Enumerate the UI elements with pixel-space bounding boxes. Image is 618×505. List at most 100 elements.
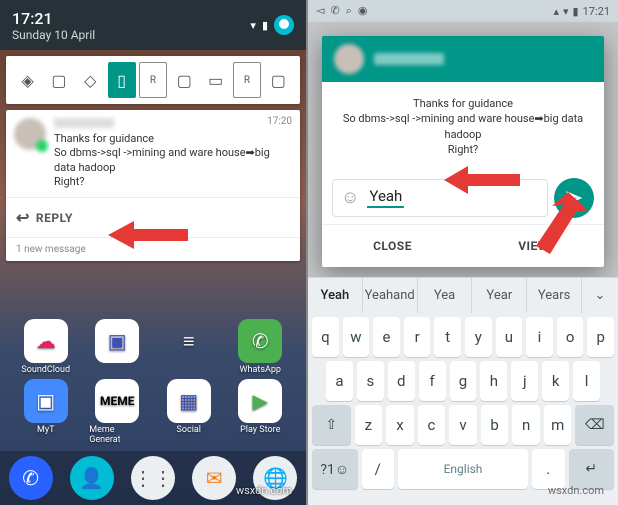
close-button[interactable]: CLOSE xyxy=(322,225,463,267)
battery-icon: ▮ xyxy=(573,5,579,18)
key-k[interactable]: k xyxy=(542,361,569,401)
key-d[interactable]: d xyxy=(388,361,415,401)
dialog-avatar xyxy=(334,44,364,74)
suggestion[interactable]: Year xyxy=(472,278,527,313)
key-enter[interactable]: ↵ xyxy=(569,449,615,489)
notif-line: Thanks for guidance xyxy=(54,132,292,146)
key-f[interactable]: f xyxy=(419,361,446,401)
wifi-icon: ▾ xyxy=(563,5,569,18)
r-box-2-icon[interactable]: R xyxy=(233,62,261,98)
key-s[interactable]: s xyxy=(357,361,384,401)
dock-contacts[interactable]: 👤 xyxy=(70,456,114,500)
key-backspace[interactable]: ⌫ xyxy=(575,405,614,445)
key-x[interactable]: x xyxy=(386,405,414,445)
app-row-2: ▣MyT MEMEMeme Generat ▦Social ▶Play Stor… xyxy=(0,379,306,445)
msg-line: So dbms->sql ->mining and ware house➡big… xyxy=(340,111,586,142)
suggestion[interactable]: Yeahand xyxy=(363,278,418,313)
app-memegen[interactable]: MEMEMeme Generat xyxy=(89,379,145,445)
auto-rotate-icon[interactable]: ◈ xyxy=(14,62,42,98)
status-bar-right: ◅ ✆ ⌕ ◉ ▴ ▾ ▮ 17:21 xyxy=(308,0,618,22)
sender-avatar xyxy=(14,118,46,150)
key-g[interactable]: g xyxy=(450,361,477,401)
suggestion[interactable]: Years xyxy=(527,278,582,313)
dock-messages[interactable]: ✉ xyxy=(192,456,236,500)
key-r[interactable]: r xyxy=(404,317,431,357)
key-t[interactable]: t xyxy=(434,317,461,357)
battery-icon: ▮ xyxy=(262,19,268,32)
quick-settings-bar: ◈ ▢ ◇ ▯ R ▢ ▭ R ▢ xyxy=(6,56,300,104)
key-n[interactable]: n xyxy=(512,405,540,445)
key-u[interactable]: u xyxy=(496,317,523,357)
profile-avatar[interactable] xyxy=(274,15,294,35)
back-triangle-icon: ◅ xyxy=(316,4,324,18)
rotate-icon[interactable]: ◇ xyxy=(76,62,104,98)
key-w[interactable]: w xyxy=(343,317,370,357)
key-symbols[interactable]: ?1☺ xyxy=(312,449,358,489)
landscape-icon[interactable]: ▭ xyxy=(202,62,230,98)
key-row-3: ⇧ z x c v b n m ⌫ xyxy=(312,405,614,445)
key-y[interactable]: y xyxy=(465,317,492,357)
app-soundcloud[interactable]: ☁SoundCloud xyxy=(18,319,74,375)
status-time: 17:21 xyxy=(12,9,95,28)
app-social[interactable]: ▦Social xyxy=(161,379,217,445)
status-bar-left: 17:21 Sunday 10 April ▾ ▮ xyxy=(0,0,306,50)
reply-icon: ↩ xyxy=(16,208,30,227)
key-l[interactable]: l xyxy=(573,361,600,401)
emoji-icon[interactable]: ☺ xyxy=(341,187,359,208)
dock-apps[interactable]: ⋮⋮ xyxy=(131,456,175,500)
key-period[interactable]: . xyxy=(532,449,565,489)
shield-icon[interactable]: ▢ xyxy=(45,62,73,98)
reply-label: REPLY xyxy=(36,211,73,225)
search-status-icon: ⌕ xyxy=(346,4,352,18)
left-phone: 17:21 Sunday 10 April ▾ ▮ ◈ ▢ ◇ ▯ R ▢ ▭ … xyxy=(0,0,306,505)
app-myt[interactable]: ▣MyT xyxy=(18,379,74,445)
key-j[interactable]: j xyxy=(511,361,538,401)
key-space[interactable]: English xyxy=(398,449,528,489)
annotation-arrow-reply xyxy=(108,217,188,253)
sender-name-blurred xyxy=(54,118,114,128)
key-a[interactable]: a xyxy=(326,361,353,401)
key-e[interactable]: e xyxy=(373,317,400,357)
app-whatsapp[interactable]: ✆WhatsApp xyxy=(232,319,288,375)
key-o[interactable]: o xyxy=(557,317,584,357)
key-row-1: q w e r t y u i o p xyxy=(312,317,614,357)
annotation-arrow-send xyxy=(518,192,588,262)
soft-keyboard: q w e r t y u i o p a s d f g h j k l ⇧ … xyxy=(308,313,618,505)
app-unknown-1[interactable]: ▣ xyxy=(89,319,145,375)
key-c[interactable]: c xyxy=(418,405,446,445)
dock-phone[interactable]: ✆ xyxy=(9,456,53,500)
status-time-right: 17:21 xyxy=(583,5,610,18)
vibrate-icon[interactable]: ▢ xyxy=(170,62,198,98)
key-row-4: ?1☺ / English . ↵ xyxy=(312,449,614,489)
key-slash[interactable]: / xyxy=(362,449,395,489)
phone-portrait-icon[interactable]: ▯ xyxy=(108,62,136,98)
typed-text: Yeah xyxy=(367,187,404,208)
dialog-header xyxy=(322,36,604,82)
app-playstore[interactable]: ▶Play Store xyxy=(232,379,288,445)
key-shift[interactable]: ⇧ xyxy=(312,405,351,445)
status-date: Sunday 10 April xyxy=(12,28,95,42)
key-h[interactable]: h xyxy=(480,361,507,401)
suggestion[interactable]: Yeah xyxy=(308,278,363,313)
notification-text: Thanks for guidance So dbms->sql ->minin… xyxy=(54,132,292,189)
app-unknown-2[interactable]: ≡ xyxy=(161,319,217,375)
watermark: wsxdn.com xyxy=(548,484,604,497)
key-b[interactable]: b xyxy=(481,405,509,445)
key-i[interactable]: i xyxy=(526,317,553,357)
suggestion-more[interactable]: ⌄ xyxy=(582,278,618,313)
suggestion[interactable]: Yea xyxy=(418,278,473,313)
tablet-icon[interactable]: ▢ xyxy=(264,62,292,98)
app-row-1: ☁SoundCloud ▣ ≡ ✆WhatsApp xyxy=(0,319,306,375)
msg-line: Right? xyxy=(340,142,586,157)
notif-line: Right? xyxy=(54,175,292,189)
key-p[interactable]: p xyxy=(587,317,614,357)
record-status-icon: ◉ xyxy=(358,4,368,18)
dialog-sender-blurred xyxy=(374,53,444,65)
key-v[interactable]: v xyxy=(449,405,477,445)
watermark: wsxdn.com xyxy=(236,484,292,497)
right-phone: ◅ ✆ ⌕ ◉ ▴ ▾ ▮ 17:21 Thanks for guidance … xyxy=(308,0,618,505)
key-q[interactable]: q xyxy=(312,317,339,357)
key-m[interactable]: m xyxy=(544,405,572,445)
r-box-icon[interactable]: R xyxy=(139,62,167,98)
key-z[interactable]: z xyxy=(355,405,383,445)
